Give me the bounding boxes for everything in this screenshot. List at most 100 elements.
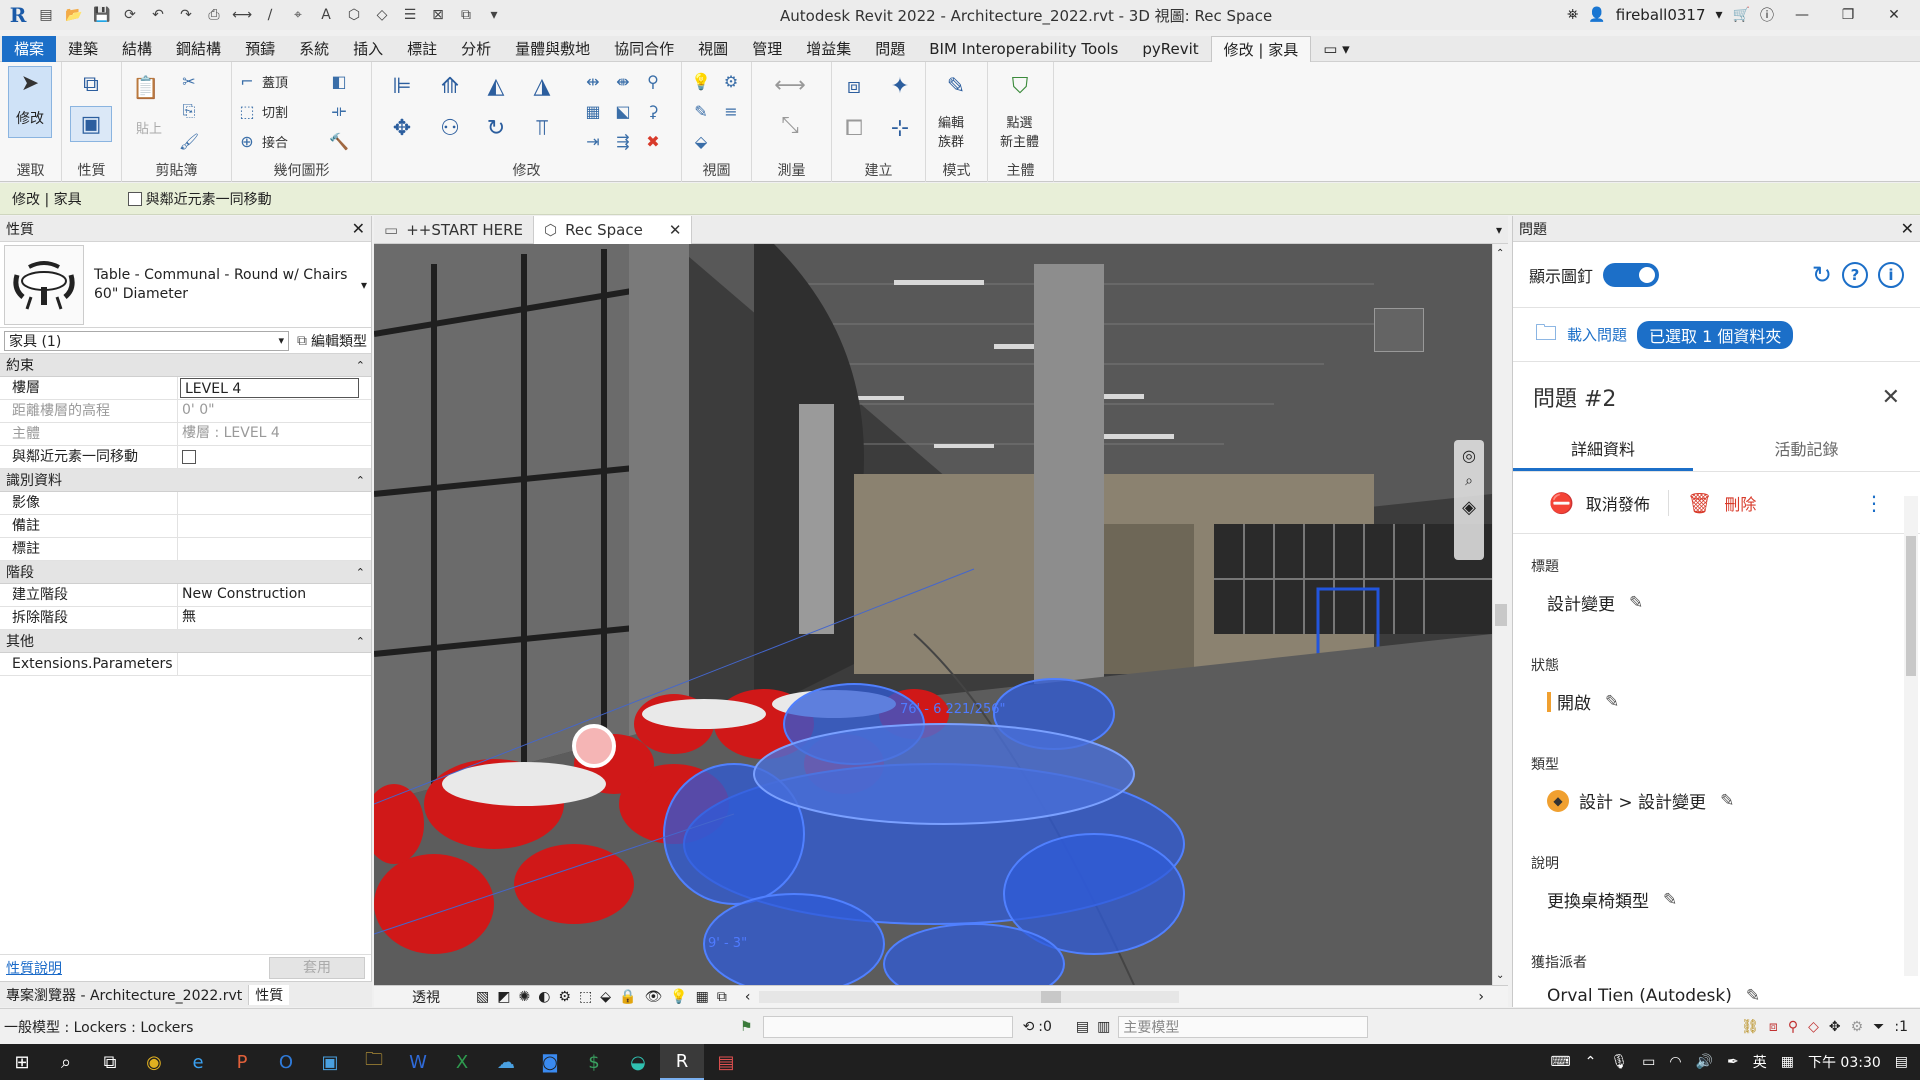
design-options-icon[interactable]: ▤	[1076, 1019, 1089, 1035]
switch-windows-icon[interactable]: ⧉	[454, 4, 478, 26]
mirror-draw-icon[interactable]: ◮	[522, 68, 562, 104]
close-icon[interactable]: ✕	[669, 221, 682, 239]
close-icon[interactable]: ✕	[1882, 385, 1900, 410]
view-mode-label[interactable]: 透視	[412, 987, 440, 1007]
create-group-icon[interactable]: ⧠	[832, 108, 876, 148]
join-icon[interactable]: ⊕	[236, 130, 258, 152]
reveal-hidden-icon[interactable]: 💡	[670, 989, 687, 1005]
select-pinned-icon[interactable]: ⚲	[1788, 1019, 1798, 1035]
tab-details[interactable]: 詳細資料	[1513, 432, 1693, 471]
select-underlay-icon[interactable]: ⧈	[1769, 1019, 1778, 1035]
dimension-icon[interactable]: ∕	[258, 4, 282, 26]
tab-steel[interactable]: 鋼結構	[164, 36, 233, 62]
cut-icon[interactable]: ✂	[178, 70, 200, 92]
tab-addins[interactable]: 增益集	[794, 36, 863, 62]
measure-icon[interactable]: ⟷	[230, 4, 254, 26]
chevron-down-icon[interactable]: ▾	[361, 278, 367, 292]
measure-distance-icon[interactable]: ⟷	[760, 70, 820, 100]
revit-logo-icon[interactable]: R	[6, 3, 30, 27]
viewcube-icon[interactable]: ◈	[1462, 497, 1476, 518]
load-issues-link[interactable]: 載入問題	[1567, 324, 1627, 345]
section-constraints[interactable]: 約束 ⌃	[0, 354, 371, 377]
zoom-app-icon[interactable]: ◙	[528, 1044, 572, 1080]
tab-pyrevit[interactable]: pyRevit	[1130, 36, 1210, 62]
view-tab-start-here[interactable]: ▭ ++START HERE	[374, 216, 533, 244]
extend-multiple-icon[interactable]: ⇶	[612, 130, 634, 152]
type-properties-icon[interactable]: ⧉	[70, 66, 112, 102]
crop-icon[interactable]: ⬚	[579, 989, 592, 1005]
split-icon[interactable]: ⇹	[582, 70, 604, 92]
tab-properties[interactable]: 性質	[249, 984, 290, 1005]
tab-precast[interactable]: 預鑄	[233, 36, 287, 62]
selected-folder-badge[interactable]: 已選取 1 個資料夾	[1637, 320, 1794, 349]
dimension-tool-icon[interactable]: ⤡	[760, 110, 820, 140]
linework-icon[interactable]: ✎	[690, 100, 712, 122]
edge-legacy-icon[interactable]: e	[176, 1044, 220, 1080]
wifi-icon[interactable]: ◠	[1669, 1054, 1681, 1070]
select-links-icon[interactable]: ⛓	[1741, 1019, 1759, 1035]
clock[interactable]: 下午 03:30	[1808, 1052, 1881, 1072]
search-icon[interactable]: ⌕	[44, 1044, 88, 1080]
offset-icon[interactable]: ⟰	[430, 68, 470, 104]
delete-button[interactable]: 刪除	[1724, 491, 1756, 515]
redo-icon[interactable]: ↷	[174, 4, 198, 26]
home-icon[interactable]: ▤	[34, 4, 58, 26]
tab-issues[interactable]: 問題	[863, 36, 917, 62]
scroll-thumb[interactable]	[1906, 536, 1916, 676]
tab-insert[interactable]: 插入	[341, 36, 395, 62]
pin-icon[interactable]: ⚲	[642, 70, 664, 92]
shadows-icon[interactable]: ◐	[538, 989, 550, 1005]
tab-view[interactable]: 視圖	[686, 36, 740, 62]
paint-icon[interactable]: 🔨	[328, 130, 350, 152]
tab-analyze[interactable]: 分析	[449, 36, 503, 62]
match-type-icon[interactable]: 🖌	[178, 130, 200, 152]
print-icon[interactable]: ⎙	[202, 4, 226, 26]
file-explorer-icon[interactable]: 🗀	[352, 1044, 396, 1080]
show-crop-icon[interactable]: ⬙	[600, 989, 611, 1005]
thin-lines-icon[interactable]: ☰	[398, 4, 422, 26]
create-parts-icon[interactable]: ⧈	[832, 66, 876, 106]
type-selector[interactable]: Table - Communal - Round w/ Chairs 60" D…	[0, 242, 371, 328]
comments-field[interactable]	[178, 515, 371, 537]
cart-icon[interactable]: 🛒	[1733, 7, 1750, 23]
move-with-nearby-param-checkbox[interactable]	[182, 450, 196, 464]
background-process-icon[interactable]: ⚙	[1851, 1019, 1864, 1035]
render-icon[interactable]: ⚙	[558, 989, 571, 1005]
steering-wheel-icon[interactable]: ◎	[1462, 446, 1476, 465]
align-icon[interactable]: ⊫	[382, 68, 422, 104]
tab-collaborate[interactable]: 協同合作	[602, 36, 686, 62]
tab-architecture[interactable]: 建築	[56, 36, 110, 62]
main-model-icon[interactable]: ▥	[1097, 1019, 1110, 1035]
start-icon[interactable]: ⊞	[0, 1044, 44, 1080]
select-by-face-icon[interactable]: ◇	[1808, 1019, 1819, 1035]
revit-taskbar-icon[interactable]: R	[660, 1044, 704, 1080]
tab-activity[interactable]: 活動記錄	[1693, 432, 1920, 471]
tab-annotate[interactable]: 標註	[395, 36, 449, 62]
visual-style-icon[interactable]: ◩	[497, 989, 510, 1005]
split-face-icon[interactable]: ◧	[328, 70, 350, 92]
collapse-icon[interactable]: ⌃	[356, 474, 365, 487]
help-icon[interactable]: ?	[1842, 261, 1868, 288]
cut-geometry-icon[interactable]: ⬚	[236, 100, 258, 122]
3d-viewport[interactable]: 76' - 6 221/256" 9' - 3" ◎ ⌕ ◈	[374, 244, 1492, 985]
scroll-up-icon[interactable]: ⌃	[1496, 248, 1504, 259]
viewport-vertical-scrollbar[interactable]: ⌃ ⌄	[1492, 244, 1508, 985]
edit-status-icon[interactable]: ✎	[1605, 692, 1619, 712]
editable-icon[interactable]: ⟲	[1023, 1019, 1035, 1035]
open-icon[interactable]: 📂	[62, 4, 86, 26]
delete-icon[interactable]: ✖	[642, 130, 664, 152]
edit-description-icon[interactable]: ✎	[1663, 890, 1677, 910]
onedrive-icon[interactable]: ☁	[484, 1044, 528, 1080]
outlook-icon[interactable]: O	[264, 1044, 308, 1080]
viewcube-icon[interactable]	[1374, 308, 1424, 352]
tag-icon[interactable]: ⌖	[286, 4, 310, 26]
scroll-right-icon[interactable]: ›	[1478, 989, 1484, 1005]
main-model-dropdown[interactable]: 主要模型	[1118, 1015, 1369, 1038]
chevron-down-icon[interactable]: ▾	[1716, 7, 1723, 23]
scroll-thumb[interactable]	[1040, 990, 1061, 1003]
edit-title-icon[interactable]: ✎	[1629, 593, 1643, 613]
pick-new-host-icon[interactable]: ⛉	[998, 66, 1042, 106]
highlight-icon[interactable]: ⧉	[717, 989, 727, 1005]
minimize-button[interactable]: —	[1784, 0, 1820, 30]
hide-in-view-icon[interactable]: 💡	[690, 70, 712, 92]
